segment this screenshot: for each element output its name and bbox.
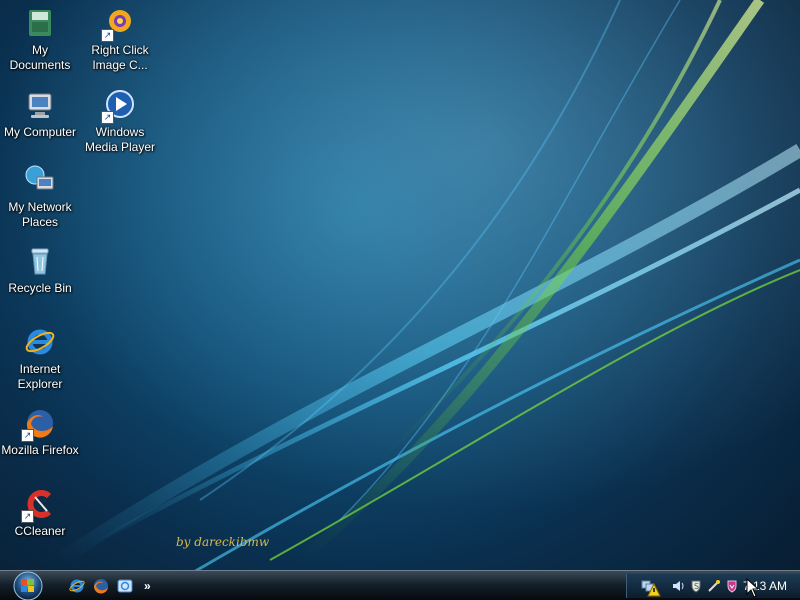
desktop-icon-label: Recycle Bin [8,281,72,295]
desktop-icon-label: Internet Explorer [17,362,63,391]
windows-orb-icon [13,571,43,600]
firefox-icon: ↗ [21,406,57,442]
shortcut-arrow-icon: ↗ [21,429,34,442]
desktop: My Documents ↗ Right Click Image C... My… [0,0,800,600]
tray-warning-icon[interactable] [647,583,661,597]
quick-launch-internet-explorer[interactable] [68,577,86,595]
desktop-icon-my-documents[interactable]: My Documents [0,6,80,73]
wallpaper-signature: by dareckibmw [176,535,270,549]
ccleaner-icon: ↗ [21,487,57,523]
desktop-icon-ccleaner[interactable]: ↗ CCleaner [0,487,80,539]
taskbar: » S 7:13 AM [0,570,800,600]
desktop-icon-recycle-bin[interactable]: Recycle Bin [0,244,80,296]
desktop-icon-label: Right Click Image C... [91,43,149,72]
desktop-icon-label: My Computer [3,125,77,139]
quick-launch-bar: » [68,575,151,597]
folder-documents-icon [23,6,57,40]
media-player-icon: ↗ [101,88,137,124]
recycle-bin-icon [23,244,57,278]
quick-launch-more-chevron[interactable]: » [144,579,151,593]
gear-sun-icon: ↗ [101,6,137,42]
shortcut-arrow-icon: ↗ [21,510,34,523]
desktop-icon-label: Windows Media Player [84,125,156,154]
start-button[interactable] [8,569,48,600]
quick-launch-firefox[interactable] [92,577,110,595]
desktop-icon-right-click-image[interactable]: ↗ Right Click Image C... [80,6,160,73]
svg-text:S: S [694,582,699,591]
shortcut-arrow-icon: ↗ [101,111,114,124]
tray-speaker-icon[interactable] [671,579,685,593]
desktop-icon-my-computer[interactable]: My Computer [0,88,80,140]
internet-explorer-icon [69,579,85,593]
tray-wand-icon[interactable] [707,579,721,593]
quick-launch-windows-explorer[interactable] [116,577,134,595]
desktop-icon-windows-media-player[interactable]: ↗ Windows Media Player [80,88,160,155]
desktop-icon-internet-explorer[interactable]: Internet Explorer [0,325,80,392]
notification-area: S 7:13 AM [626,574,800,598]
computer-icon [23,88,57,122]
desktop-icon-mozilla-firefox[interactable]: ↗ Mozilla Firefox [0,406,80,458]
desktop-icon-my-network-places[interactable]: My Network Places [0,163,80,230]
tray-security-shield-icon[interactable] [725,579,739,593]
mouse-cursor-icon [746,578,758,598]
desktop-icon-label: My Documents [9,43,71,72]
windows-explorer-icon [117,579,133,593]
firefox-icon [93,579,108,594]
shortcut-arrow-icon: ↗ [101,29,114,42]
desktop-icon-label: Mozilla Firefox [1,443,79,457]
tray-shield-icon[interactable]: S [689,579,703,593]
desktop-icon-label: My Network Places [8,200,72,229]
network-icon [23,163,57,197]
internet-explorer-icon [23,325,57,359]
desktop-icon-label: CCleaner [14,524,66,538]
